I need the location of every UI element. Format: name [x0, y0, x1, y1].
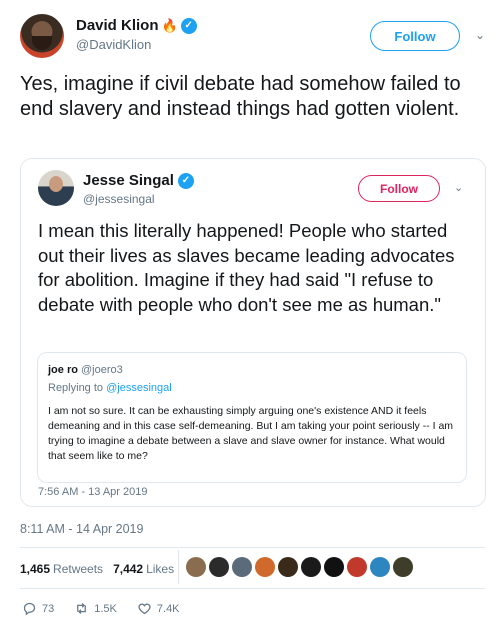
author-name-text[interactable]: David Klion: [76, 17, 159, 34]
likes-stat[interactable]: 7,442 Likes: [113, 562, 174, 576]
liker-avatar[interactable]: [324, 557, 344, 577]
author-name[interactable]: David Klion 🔥 ✓: [76, 17, 197, 34]
quoted-follow-button[interactable]: Follow: [358, 175, 440, 202]
likes-label: Likes: [146, 562, 175, 576]
follow-button[interactable]: Follow: [370, 21, 460, 51]
retweets-count: 1,465: [20, 562, 51, 576]
quoted-author-name[interactable]: Jesse Singal ✓: [83, 172, 194, 189]
liker-avatar[interactable]: [232, 557, 252, 577]
replying-to: Replying to @jessesingal: [48, 382, 172, 394]
quoted-timestamp[interactable]: 7:56 AM - 13 Apr 2019: [38, 486, 147, 498]
nested-quoted-tweet[interactable]: joe ro @joero3 Replying to @jessesingal …: [37, 352, 467, 483]
quoted-author-handle[interactable]: @jessesingal: [83, 192, 155, 206]
liker-avatar[interactable]: [278, 557, 298, 577]
verified-icon: ✓: [177, 172, 194, 189]
liker-avatar[interactable]: [370, 557, 390, 577]
divider: [20, 588, 485, 589]
like-count: 7.4K: [156, 602, 180, 615]
liker-avatar[interactable]: [347, 557, 367, 577]
divider: [20, 547, 485, 548]
nested-author-name: joe ro: [48, 364, 78, 376]
retweets-label: Retweets: [53, 562, 104, 576]
quoted-author-name-text[interactable]: Jesse Singal: [83, 172, 174, 189]
retweets-stat[interactable]: 1,465 Retweets: [20, 562, 103, 576]
tweet-timestamp[interactable]: 8:11 AM - 14 Apr 2019: [20, 522, 143, 536]
author-handle[interactable]: @DavidKlion: [76, 37, 151, 52]
quoted-avatar[interactable]: [38, 170, 74, 206]
reply-button[interactable]: 73: [22, 601, 54, 616]
like-button[interactable]: 7.4K: [137, 601, 180, 616]
likes-count: 7,442: [113, 562, 144, 576]
liker-avatar[interactable]: [186, 557, 206, 577]
replying-to-link[interactable]: @jessesingal: [106, 382, 172, 394]
liker-avatar[interactable]: [301, 557, 321, 577]
liker-avatar[interactable]: [255, 557, 275, 577]
tweet-actions: 73 1.5K 7.4K: [22, 601, 180, 616]
chevron-down-icon[interactable]: ⌄: [454, 181, 463, 194]
tweet-header: David Klion 🔥 ✓ @DavidKlion Follow ⌄: [20, 14, 490, 60]
nested-author: joe ro @joero3: [48, 364, 123, 376]
fire-icon: 🔥: [161, 17, 178, 33]
divider: [178, 550, 179, 584]
heart-icon: [138, 603, 151, 615]
reply-count: 73: [42, 602, 55, 615]
retweet-count: 1.5K: [94, 602, 117, 615]
chevron-down-icon[interactable]: ⌄: [475, 28, 485, 42]
tweet-text: Yes, imagine if civil debate had somehow…: [20, 73, 461, 120]
nested-author-handle: @joero3: [81, 364, 123, 376]
engagement-stats: 1,465 Retweets 7,442 Likes: [20, 562, 174, 576]
quoted-tweet-text: I mean this literally happened! People w…: [38, 220, 455, 315]
retweet-button[interactable]: 1.5K: [74, 601, 117, 616]
avatar[interactable]: [20, 14, 64, 58]
liker-avatars: [186, 557, 413, 577]
reply-icon: [23, 602, 36, 616]
retweet-icon: [77, 603, 87, 614]
quoted-tweet-card[interactable]: Jesse Singal ✓ @jessesingal Follow ⌄ I m…: [20, 158, 486, 507]
liker-avatar[interactable]: [393, 557, 413, 577]
liker-avatar[interactable]: [209, 557, 229, 577]
verified-icon: ✓: [180, 17, 197, 34]
replying-prefix: Replying to: [48, 382, 104, 394]
nested-tweet-text: I am not so sure. It can be exhausting s…: [48, 405, 454, 462]
